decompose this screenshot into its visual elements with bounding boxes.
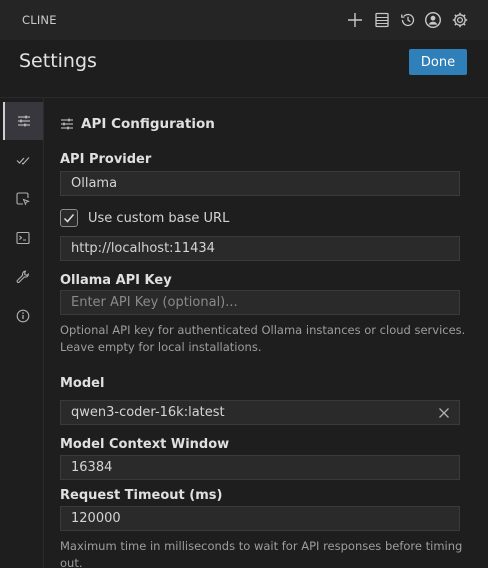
header-divider	[0, 97, 488, 98]
sidebar-item-terminal[interactable]	[3, 219, 43, 257]
api-key-help-line-1: Optional API key for authenticated Ollam…	[60, 323, 466, 337]
checkmark-icon	[63, 214, 75, 223]
request-timeout-help: Maximum time in milliseconds to wait for…	[60, 539, 463, 568]
app-title: CLINE	[22, 13, 57, 27]
sliders-icon	[18, 115, 30, 127]
custom-base-url-checkbox[interactable]	[60, 209, 78, 227]
section-title: API Configuration	[81, 116, 215, 132]
account-icon[interactable]	[424, 11, 442, 29]
check-all-icon	[16, 157, 30, 165]
cursor-select-icon	[16, 192, 30, 206]
api-key-help-line-2: Leave empty for local installations.	[60, 340, 262, 354]
done-button[interactable]: Done	[409, 49, 467, 75]
info-icon	[16, 309, 30, 323]
sidebar-item-about[interactable]	[3, 297, 43, 335]
custom-base-url-label: Use custom base URL	[88, 210, 230, 226]
gear-icon[interactable]	[451, 11, 469, 29]
context-window-input[interactable]	[60, 455, 460, 480]
api-key-help: Optional API key for authenticated Ollam…	[60, 322, 470, 356]
page-title: Settings	[19, 50, 97, 72]
sidebar-item-api-configuration[interactable]	[3, 102, 43, 140]
model-input[interactable]	[60, 400, 460, 425]
context-window-label: Model Context Window	[60, 437, 230, 452]
request-timeout-input[interactable]	[60, 506, 460, 531]
base-url-input[interactable]	[60, 236, 460, 261]
api-key-label: Ollama API Key	[60, 273, 172, 288]
wrench-icon	[16, 270, 29, 283]
terminal-icon	[16, 231, 30, 245]
api-provider-label: API Provider	[60, 152, 152, 167]
model-label: Model	[60, 376, 105, 391]
sliders-icon	[61, 118, 73, 130]
api-provider-select[interactable]: Ollama	[60, 171, 460, 196]
history-clock-icon[interactable]	[399, 11, 417, 29]
request-timeout-label: Request Timeout (ms)	[60, 488, 223, 503]
history-list-icon[interactable]	[373, 11, 391, 29]
sidebar-item-features[interactable]	[3, 141, 43, 179]
sidebar-item-browser[interactable]	[3, 180, 43, 218]
api-key-input[interactable]	[60, 290, 460, 315]
sidebar-divider	[43, 98, 44, 568]
plus-icon[interactable]	[346, 11, 364, 29]
close-icon[interactable]	[437, 406, 451, 420]
section-header: API Configuration	[60, 116, 215, 132]
custom-base-url-checkbox-row[interactable]: Use custom base URL	[60, 209, 229, 227]
title-bar: CLINE	[0, 0, 488, 40]
sidebar-item-debug[interactable]	[3, 258, 43, 296]
